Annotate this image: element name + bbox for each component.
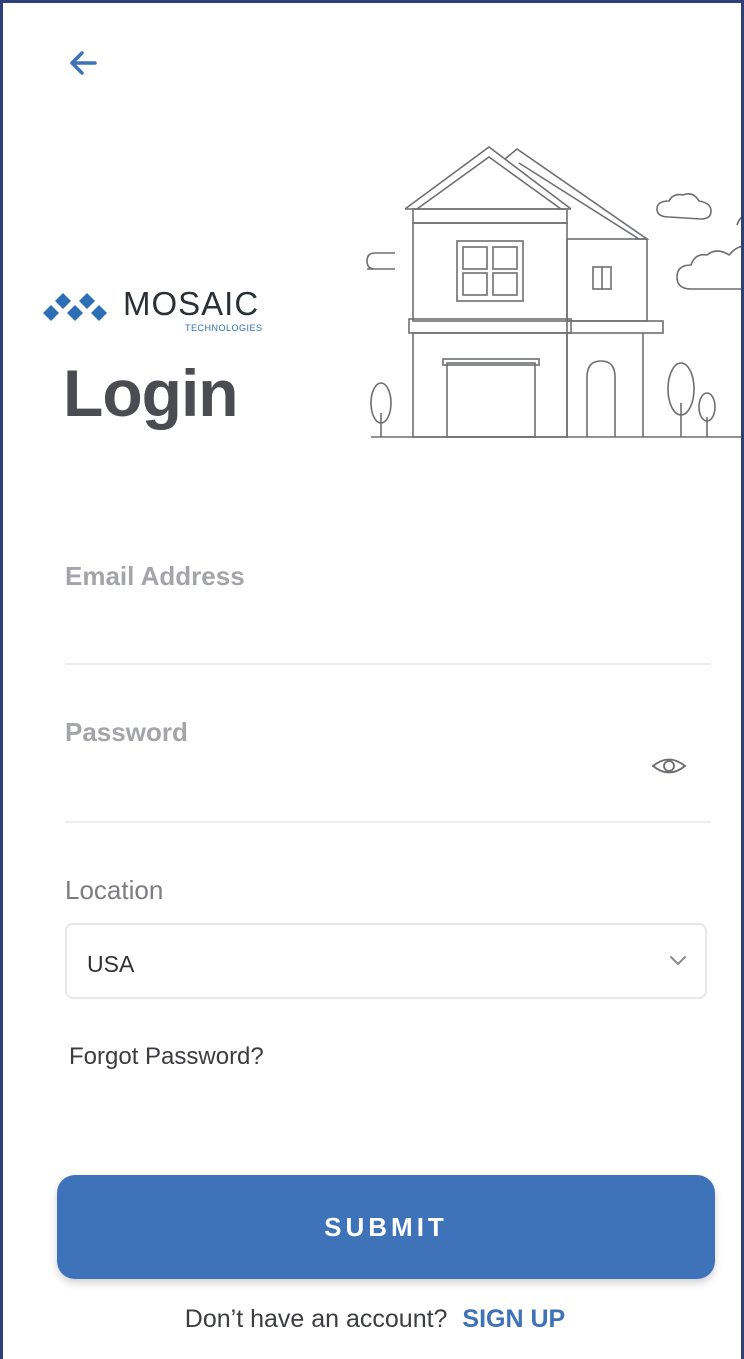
brand-logo: MOSAIC TECHNOLOGIES (37, 285, 307, 337)
page-title: Login (63, 356, 239, 430)
submit-button[interactable]: SUBMIT (57, 1175, 715, 1279)
brand-name: MOSAIC (123, 285, 260, 322)
password-label: Password (65, 717, 188, 747)
email-field[interactable] (65, 609, 709, 645)
location-label: Location (65, 875, 164, 905)
password-underline (65, 821, 711, 823)
brand-tagline: TECHNOLOGIES (185, 323, 263, 333)
signup-link[interactable]: SIGN UP (462, 1305, 565, 1333)
location-select[interactable]: USA (65, 923, 707, 999)
signup-row: Don’t have an account? SIGN UP (3, 1305, 741, 1334)
email-label: Email Address (65, 561, 245, 591)
eye-icon (651, 758, 687, 774)
back-button[interactable] (65, 45, 105, 81)
login-screen: MOSAIC TECHNOLOGIES Login Email Address … (0, 0, 744, 1359)
email-underline (65, 663, 711, 665)
forgot-password-link[interactable]: Forgot Password? (69, 1043, 264, 1071)
mosaic-logo-icon (43, 293, 107, 321)
house-illustration (366, 146, 741, 438)
signup-prompt: Don’t have an account? (184, 1305, 448, 1333)
chevron-down-icon (670, 956, 686, 965)
location-selected-value: USA (87, 951, 135, 977)
show-password-button[interactable] (649, 753, 689, 779)
arrow-left-icon (70, 51, 97, 75)
password-field[interactable] (65, 765, 639, 801)
